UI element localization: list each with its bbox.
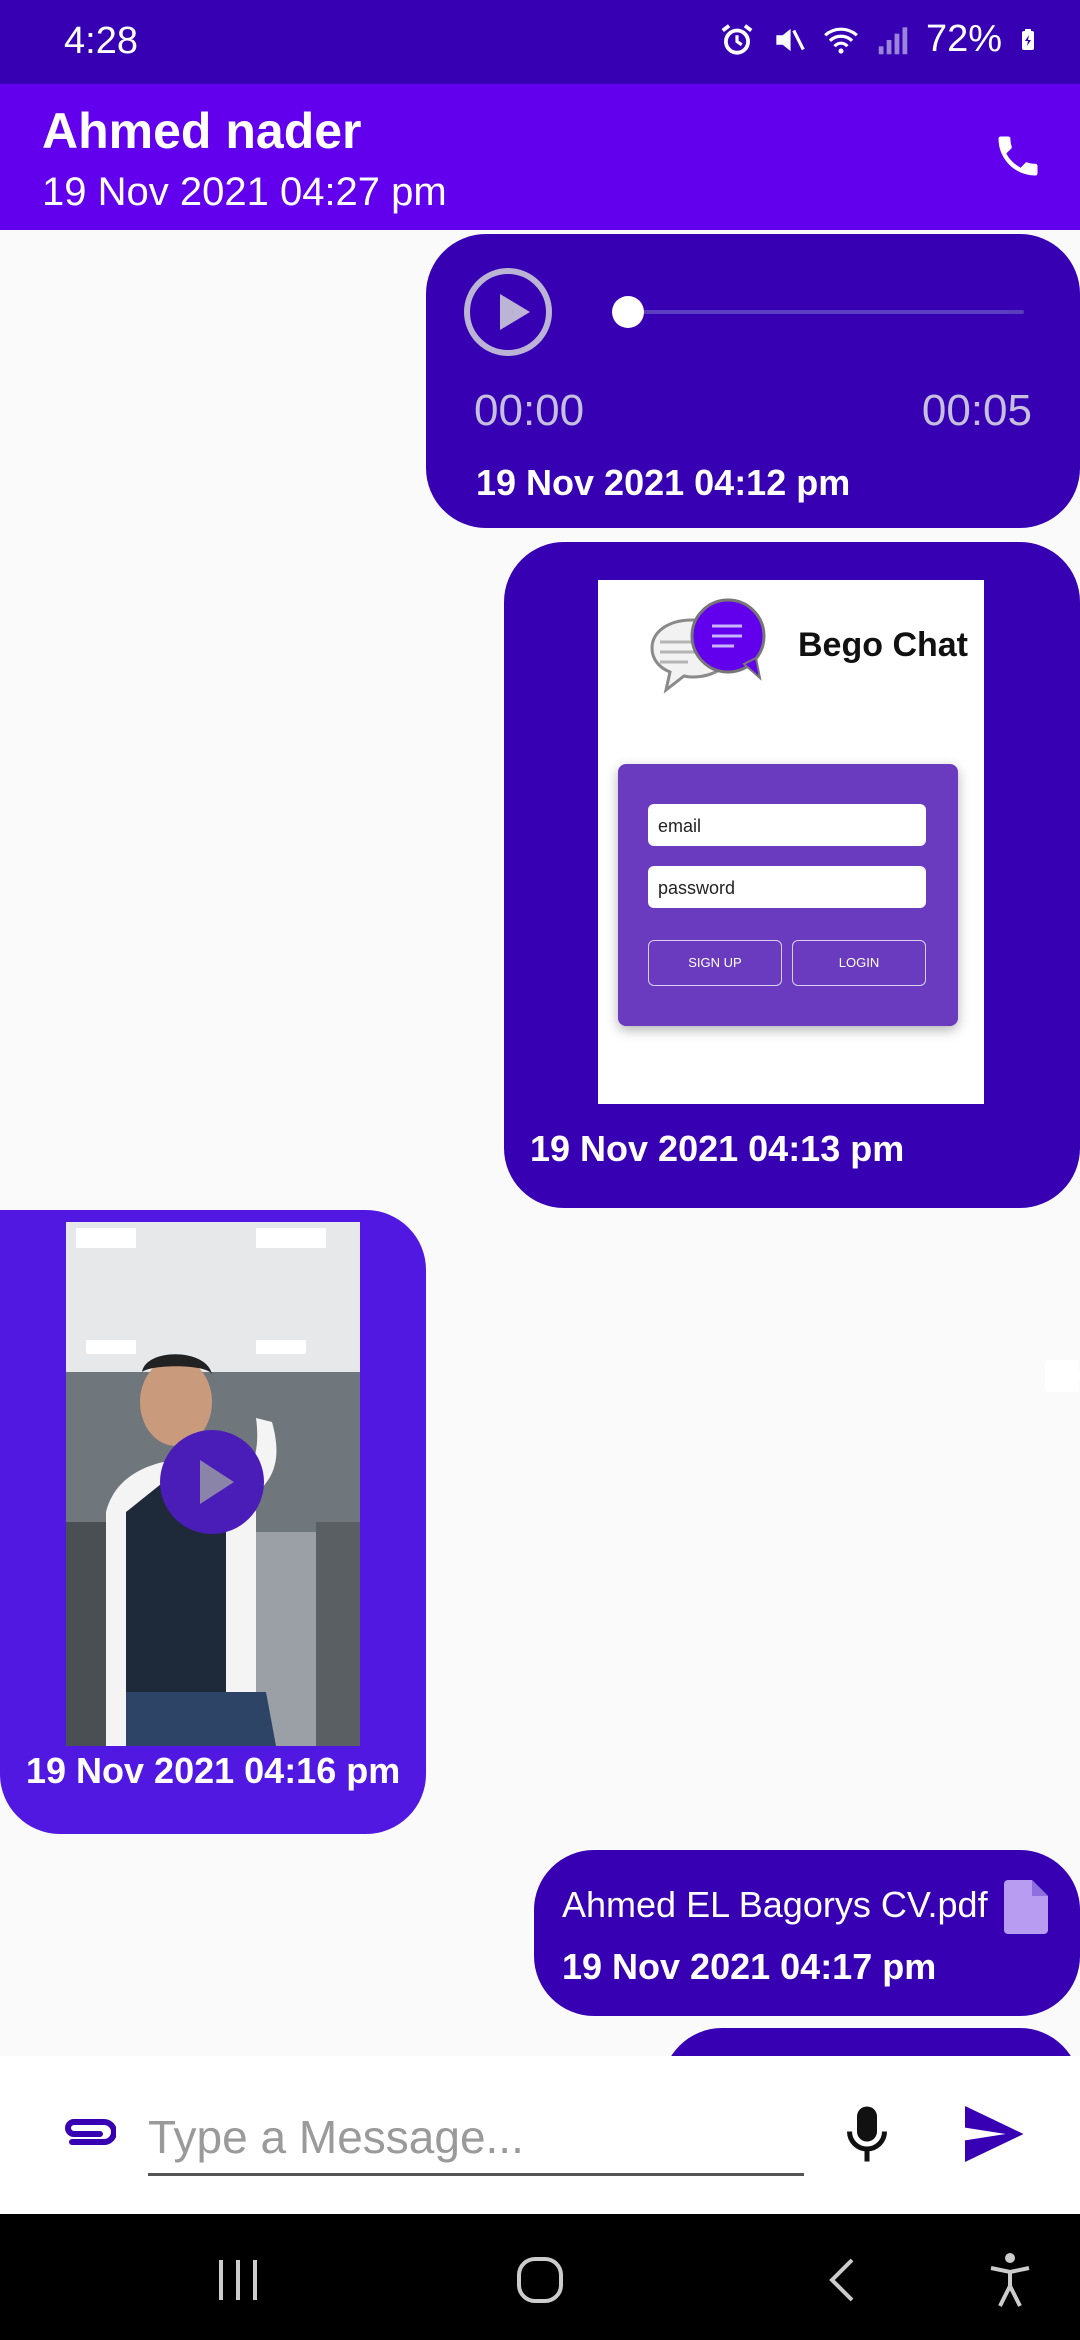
voice-call-button[interactable] — [986, 124, 1050, 188]
back-button[interactable] — [812, 2250, 872, 2310]
video-play-icon[interactable] — [160, 1430, 264, 1534]
accessibility-button[interactable] — [980, 2250, 1040, 2310]
video-thumbnail[interactable] — [66, 1222, 360, 1746]
image-message: Bego Chat email password SIGN UP LOGIN 1… — [504, 542, 1080, 1208]
chat-bubbles-logo — [650, 598, 766, 694]
signal-icon — [878, 26, 908, 54]
message-timestamp: 19 Nov 2021 04:13 pm — [530, 1128, 905, 1169]
microphone-icon[interactable] — [842, 2104, 892, 2164]
signup-button: SIGN UP — [648, 940, 782, 986]
phone-icon — [998, 136, 1038, 176]
file-message[interactable]: Ahmed EL Bagorys CV.pdf 19 Nov 2021 04:1… — [534, 1850, 1080, 2016]
file-name[interactable]: Ahmed EL Bagorys CV.pdf — [562, 1884, 988, 1926]
recent-apps-icon — [219, 2260, 257, 2300]
wifi-icon — [824, 27, 858, 54]
email-field: email — [648, 804, 926, 846]
document-icon — [1004, 1880, 1048, 1934]
brand-name: Bego Chat — [798, 626, 968, 664]
play-icon[interactable] — [464, 268, 552, 356]
message-bubble — [662, 2028, 1080, 2056]
audio-seek-thumb[interactable] — [612, 296, 644, 328]
status-icons: 72% — [718, 18, 1040, 61]
chat-header: Ahmed nader 19 Nov 2021 04:27 pm — [0, 84, 1080, 1392]
last-seen: 19 Nov 2021 04:27 pm — [42, 170, 447, 214]
message-list[interactable]: 00:00 00:05 19 Nov 2021 04:12 pm Bego Ch… — [0, 230, 1080, 2056]
home-icon — [517, 2257, 563, 2303]
login-button: LOGIN — [792, 940, 926, 986]
alarm-icon — [721, 23, 753, 55]
recent-apps-button[interactable] — [208, 2250, 268, 2310]
message-timestamp: 19 Nov 2021 04:17 pm — [562, 1946, 937, 1987]
message-timestamp: 19 Nov 2021 04:16 pm — [26, 1750, 401, 1791]
audio-elapsed: 00:00 — [474, 386, 585, 435]
message-timestamp: 19 Nov 2021 04:12 pm — [476, 462, 851, 503]
message-composer — [0, 2056, 1080, 2214]
accessibility-icon — [990, 2253, 1030, 2307]
audio-duration: 00:05 — [921, 386, 1032, 435]
audio-message: 00:00 00:05 19 Nov 2021 04:12 pm — [426, 234, 1080, 528]
battery-percent: 72% — [925, 18, 1002, 60]
home-button[interactable] — [510, 2250, 570, 2310]
login-card: email password SIGN UP LOGIN — [618, 764, 958, 1026]
message-input[interactable] — [148, 2100, 804, 2176]
audio-seek-track[interactable] — [628, 310, 1024, 314]
back-icon — [829, 2258, 854, 2302]
mute-icon — [776, 28, 805, 51]
message-image[interactable]: Bego Chat email password SIGN UP LOGIN — [598, 580, 984, 1104]
password-field: password — [648, 866, 926, 908]
video-message: 19 Nov 2021 04:16 pm — [0, 1210, 426, 1834]
contact-name[interactable]: Ahmed nader — [42, 102, 362, 160]
send-icon[interactable] — [962, 2106, 1024, 2162]
attach-icon[interactable] — [56, 2110, 116, 2150]
battery-icon — [1022, 28, 1034, 50]
system-nav-bar — [0, 2214, 1080, 2340]
status-time: 4:28 — [64, 20, 138, 62]
status-bar: 4:28 72% — [0, 0, 1080, 84]
